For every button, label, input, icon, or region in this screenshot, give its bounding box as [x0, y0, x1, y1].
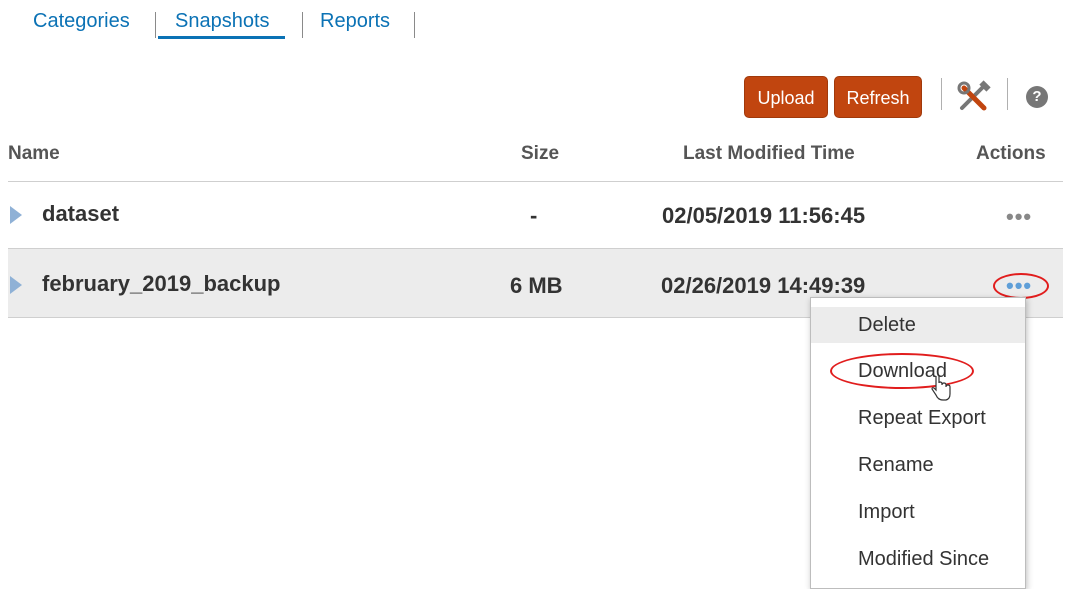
refresh-button[interactable]: Refresh — [834, 76, 922, 118]
menu-item-modified-since[interactable]: Modified Since — [811, 541, 1025, 577]
row-size: 6 MB — [510, 273, 563, 298]
menu-item-import[interactable]: Import — [811, 494, 1025, 530]
tab-snapshots[interactable]: Snapshots — [158, 10, 285, 39]
tab-bar: Categories Snapshots Reports — [0, 0, 1068, 50]
menu-item-repeat-export[interactable]: Repeat Export — [811, 400, 1025, 436]
row-actions-button[interactable]: ••• — [1006, 204, 1032, 230]
upload-button[interactable]: Upload — [744, 76, 828, 118]
table-row[interactable]: dataset - 02/05/2019 11:56:45 ••• — [8, 182, 1063, 248]
column-header-size[interactable]: Size — [521, 143, 559, 165]
hand-cursor-icon — [931, 374, 951, 407]
tools-icon[interactable] — [956, 80, 992, 114]
row-name[interactable]: dataset — [42, 201, 119, 227]
tab-categories[interactable]: Categories — [33, 10, 130, 33]
toolbar-separator — [941, 78, 942, 110]
row-name[interactable]: february_2019_backup — [42, 271, 280, 297]
row-size: - — [530, 203, 538, 228]
row-actions-button[interactable]: ••• — [1006, 273, 1032, 299]
tab-separator — [302, 12, 303, 38]
toolbar-separator — [1007, 78, 1008, 110]
tab-reports[interactable]: Reports — [320, 10, 390, 33]
actions-menu: Delete Download Repeat Export Rename Imp… — [810, 297, 1026, 589]
tab-separator — [155, 12, 156, 38]
tab-separator — [414, 12, 415, 38]
menu-item-rename[interactable]: Rename — [811, 447, 1025, 483]
column-header-last-modified[interactable]: Last Modified Time — [683, 143, 855, 165]
column-header-name[interactable]: Name — [8, 143, 60, 165]
expand-triangle-icon[interactable] — [10, 276, 22, 294]
row-modified: 02/05/2019 11:56:45 — [662, 203, 866, 228]
row-modified: 02/26/2019 14:49:39 — [661, 273, 866, 298]
menu-item-download[interactable]: Download — [811, 353, 1025, 389]
help-icon[interactable]: ? — [1026, 86, 1048, 108]
column-header-actions: Actions — [976, 143, 1046, 164]
expand-triangle-icon[interactable] — [10, 206, 22, 224]
menu-item-delete[interactable]: Delete — [811, 307, 1025, 343]
